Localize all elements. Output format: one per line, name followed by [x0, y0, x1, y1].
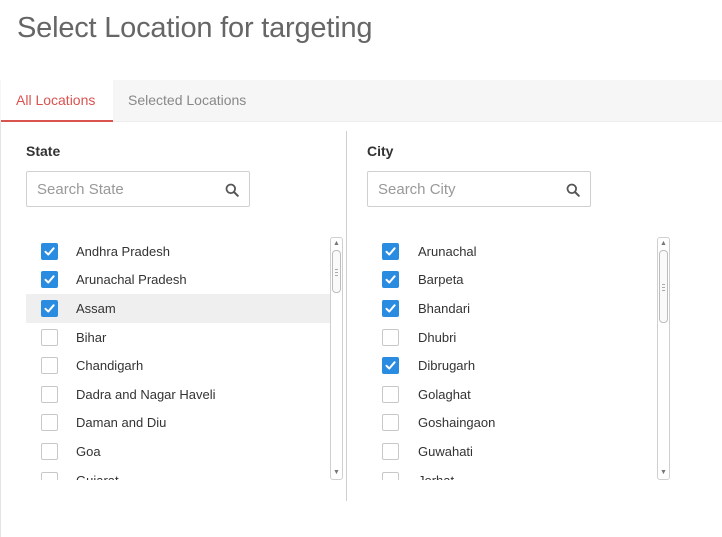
state-checkbox[interactable]	[41, 442, 58, 460]
city-item-label: Bhandari	[418, 300, 471, 316]
city-checkbox[interactable]	[382, 471, 399, 480]
state-checkbox[interactable]	[41, 357, 58, 375]
tab-selected-locations[interactable]: Selected Locations	[128, 80, 246, 122]
city-item-label: Barpeta	[418, 272, 464, 288]
city-item-label: Arunachal	[418, 243, 477, 259]
city-search-input[interactable]	[368, 172, 590, 206]
state-checkbox[interactable]	[41, 271, 58, 289]
state-checkbox[interactable]	[41, 299, 58, 317]
page-title: Select Location for targeting	[17, 12, 373, 44]
state-list-item[interactable]: Bihar	[26, 323, 330, 352]
scroll-down-arrow-icon[interactable]: ▼	[331, 468, 342, 478]
city-search-box	[367, 171, 591, 207]
city-list: Arunachal Barpeta Bhandari Dhubri Dibrugarh G…	[367, 237, 673, 480]
city-checkbox[interactable]	[382, 242, 399, 260]
check-icon	[44, 275, 55, 284]
scroll-thumb[interactable]	[659, 250, 668, 323]
search-icon[interactable]	[566, 183, 580, 197]
state-list-container: Andhra Pradesh Arunachal Pradesh Assam Biha…	[26, 237, 344, 480]
state-list-item[interactable]: Andhra Pradesh	[26, 237, 330, 266]
scroll-up-arrow-icon[interactable]: ▲	[331, 239, 342, 249]
grip-icon	[662, 283, 665, 291]
city-panel: City Arunachal Barpeta Bhandari Dhubri Dibru…	[367, 131, 673, 480]
city-list-item[interactable]: Arunachal	[367, 237, 647, 266]
state-item-label: Gujarat	[76, 473, 119, 480]
city-list-container: Arunachal Barpeta Bhandari Dhubri Dibrugarh G…	[367, 237, 673, 480]
state-list-item[interactable]: Dadra and Nagar Haveli	[26, 380, 330, 409]
city-list-item[interactable]: Golaghat	[367, 380, 647, 409]
city-checkbox[interactable]	[382, 414, 399, 432]
grip-icon	[335, 268, 338, 276]
city-item-label: Dhubri	[418, 329, 457, 345]
state-list-item[interactable]: Assam	[26, 294, 330, 323]
tab-bar: All Locations Selected Locations	[0, 80, 722, 122]
search-icon[interactable]	[225, 183, 239, 197]
city-item-label: Jorhat	[418, 473, 454, 480]
state-checkbox[interactable]	[41, 471, 58, 480]
city-item-label: Goshaingaon	[418, 415, 496, 431]
city-item-label: Golaghat	[418, 386, 471, 402]
city-item-label: Guwahati	[418, 443, 473, 459]
state-list-item[interactable]: Daman and Diu	[26, 409, 330, 438]
state-list-item[interactable]: Arunachal Pradesh	[26, 266, 330, 295]
scroll-up-arrow-icon[interactable]: ▲	[658, 239, 669, 249]
state-item-label: Chandigarh	[76, 358, 144, 374]
state-search-input[interactable]	[27, 172, 249, 206]
state-search-box	[26, 171, 250, 207]
city-scrollbar[interactable]: ▲ ▼	[657, 237, 670, 480]
state-heading: State	[26, 143, 61, 159]
tab-all-locations[interactable]: All Locations	[1, 80, 113, 122]
check-icon	[385, 247, 396, 256]
city-list-item[interactable]: Dibrugarh	[367, 351, 647, 380]
state-list-item[interactable]: Chandigarh	[26, 351, 330, 380]
city-list-item[interactable]: Goshaingaon	[367, 409, 647, 438]
state-list-item[interactable]: Goa	[26, 437, 330, 466]
city-checkbox[interactable]	[382, 299, 399, 317]
city-list-item[interactable]: Jorhat	[367, 466, 647, 480]
state-panel: State Andhra Pradesh Arunachal Pradesh Ass…	[26, 131, 344, 480]
state-item-label: Goa	[76, 443, 101, 459]
check-icon	[44, 247, 55, 256]
scroll-down-arrow-icon[interactable]: ▼	[658, 468, 669, 478]
city-list-item[interactable]: Dhubri	[367, 323, 647, 352]
state-checkbox[interactable]	[41, 385, 58, 403]
state-item-label: Daman and Diu	[76, 415, 167, 431]
state-checkbox[interactable]	[41, 242, 58, 260]
city-item-label: Dibrugarh	[418, 358, 476, 374]
check-icon	[385, 361, 396, 370]
page-left-border	[0, 80, 1, 537]
state-item-label: Dadra and Nagar Haveli	[76, 386, 216, 402]
city-list-item[interactable]: Barpeta	[367, 266, 647, 295]
column-divider	[346, 131, 347, 501]
city-list-item[interactable]: Bhandari	[367, 294, 647, 323]
state-item-label: Andhra Pradesh	[76, 243, 170, 259]
scroll-thumb[interactable]	[332, 250, 341, 293]
city-checkbox[interactable]	[382, 328, 399, 346]
state-scrollbar[interactable]: ▲ ▼	[330, 237, 343, 480]
state-item-label: Assam	[76, 300, 116, 316]
city-list-item[interactable]: Guwahati	[367, 437, 647, 466]
state-item-label: Bihar	[76, 329, 107, 345]
city-checkbox[interactable]	[382, 357, 399, 375]
city-checkbox[interactable]	[382, 385, 399, 403]
city-checkbox[interactable]	[382, 271, 399, 289]
city-checkbox[interactable]	[382, 442, 399, 460]
check-icon	[385, 275, 396, 284]
state-checkbox[interactable]	[41, 328, 58, 346]
check-icon	[44, 304, 55, 313]
check-icon	[385, 304, 396, 313]
state-list-item[interactable]: Gujarat	[26, 466, 330, 480]
state-list: Andhra Pradesh Arunachal Pradesh Assam Biha…	[26, 237, 344, 480]
city-heading: City	[367, 143, 394, 159]
state-checkbox[interactable]	[41, 414, 58, 432]
state-item-label: Arunachal Pradesh	[76, 272, 187, 288]
